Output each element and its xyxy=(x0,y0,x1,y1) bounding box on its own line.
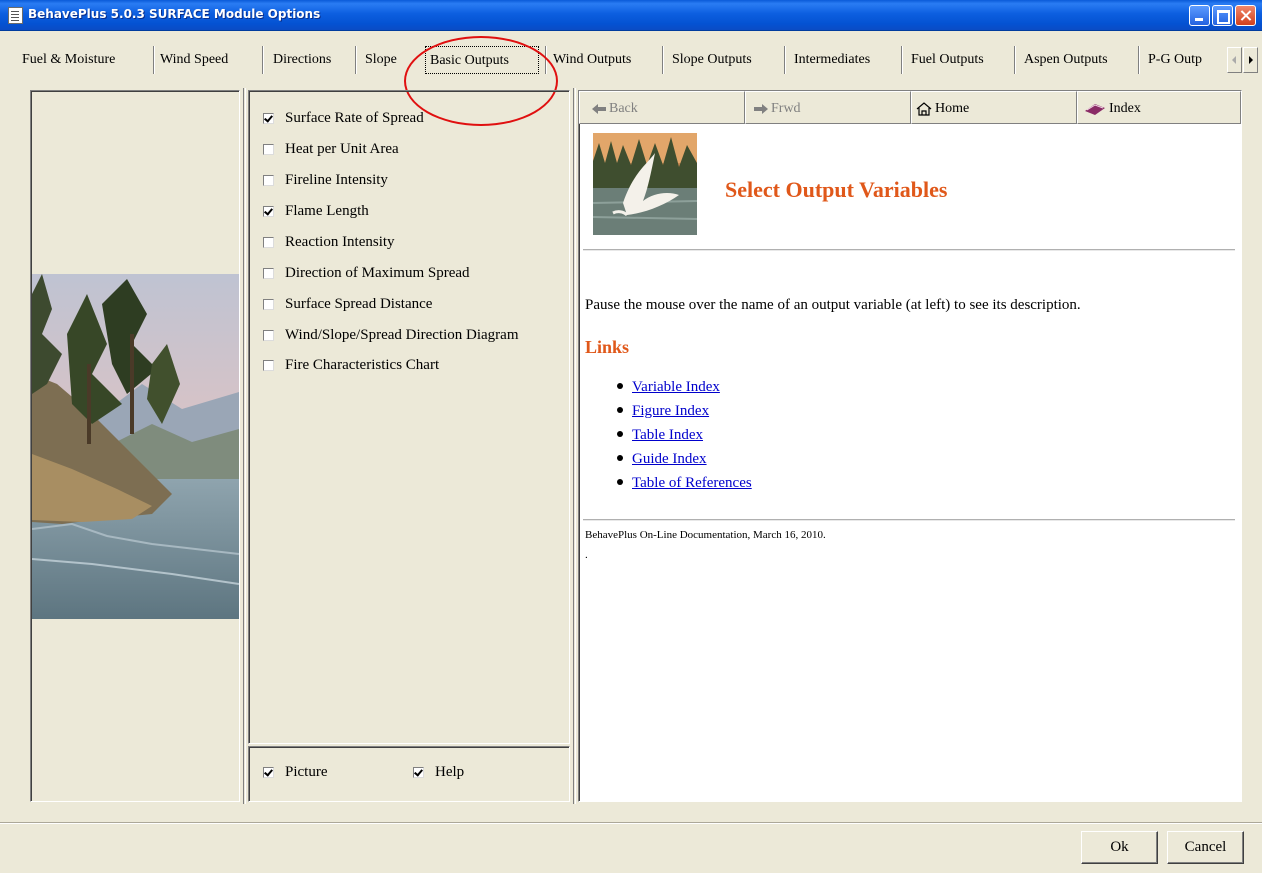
tab-scroll-right-icon[interactable] xyxy=(1243,47,1258,73)
checkbox[interactable] xyxy=(263,330,274,341)
tab-intermediates[interactable]: Intermediates xyxy=(794,44,894,76)
tab-separator xyxy=(901,46,902,74)
swan-image xyxy=(593,133,697,235)
index-button[interactable]: Index xyxy=(1077,91,1241,124)
link-figure-index[interactable]: Figure Index xyxy=(617,403,709,420)
forward-button[interactable]: Frwd xyxy=(745,91,911,124)
tab-strip: Fuel & Moisture Wind Speed Directions Sl… xyxy=(0,30,1262,126)
index-label: Index xyxy=(1109,101,1141,116)
checkbox[interactable] xyxy=(413,767,424,778)
forward-arrow-icon xyxy=(754,103,768,114)
output-label: Fire Characteristics Chart xyxy=(285,357,440,373)
tab-separator xyxy=(662,46,663,74)
checkbox[interactable] xyxy=(263,360,274,371)
back-label: Back xyxy=(609,101,638,116)
horizontal-rule xyxy=(583,249,1235,251)
home-icon xyxy=(916,101,932,116)
tab-aspen-outputs[interactable]: Aspen Outputs xyxy=(1024,44,1132,76)
link-text[interactable]: Figure Index xyxy=(632,403,709,419)
back-arrow-icon xyxy=(592,103,606,114)
help-intro-text: Pause the mouse over the name of an outp… xyxy=(585,297,1081,313)
checkbox[interactable] xyxy=(263,268,274,279)
bullet xyxy=(617,430,623,437)
tab-separator xyxy=(262,46,263,74)
bullet xyxy=(617,382,623,389)
link-table-index[interactable]: Table Index xyxy=(617,427,703,444)
checkbox[interactable] xyxy=(263,237,274,248)
checkbox[interactable] xyxy=(263,175,274,186)
checkbox[interactable] xyxy=(263,113,274,124)
help-browser-panel: Back Frwd Home Index Select Output Varia… xyxy=(578,90,1242,802)
cancel-button[interactable]: Cancel xyxy=(1167,831,1244,864)
picture-option-label: Picture xyxy=(285,764,328,780)
link-text[interactable]: Guide Index xyxy=(632,451,707,467)
bullet xyxy=(617,454,623,461)
back-button[interactable]: Back xyxy=(579,91,745,124)
link-variable-index[interactable]: Variable Index xyxy=(617,379,720,396)
bullet xyxy=(617,478,623,485)
tab-separator xyxy=(355,46,356,74)
help-heading: Select Output Variables xyxy=(725,177,948,202)
app-icon[interactable] xyxy=(8,7,23,24)
ok-button[interactable]: Ok xyxy=(1081,831,1158,864)
tab-slope[interactable]: Slope xyxy=(365,44,404,76)
close-icon[interactable] xyxy=(1235,5,1256,26)
bullet xyxy=(617,406,623,413)
horizontal-rule xyxy=(583,519,1235,521)
tab-slope-outputs[interactable]: Slope Outputs xyxy=(672,44,776,76)
output-label: Reaction Intensity xyxy=(285,234,395,250)
help-footer: BehavePlus On-Line Documentation, March … xyxy=(585,529,826,541)
checkbox[interactable] xyxy=(263,144,274,155)
output-label: Heat per Unit Area xyxy=(285,141,399,157)
tab-directions[interactable]: Directions xyxy=(273,44,345,76)
tab-separator xyxy=(153,46,154,74)
tab-wind-speed[interactable]: Wind Speed xyxy=(160,44,260,76)
lake-landscape-picture xyxy=(32,274,239,619)
output-label: Surface Spread Distance xyxy=(285,296,433,312)
link-text[interactable]: Variable Index xyxy=(632,379,720,395)
tab-scroll-left-icon[interactable] xyxy=(1227,47,1242,73)
tab-separator xyxy=(1138,46,1139,74)
help-option-label: Help xyxy=(435,764,465,780)
tab-fuel-outputs[interactable]: Fuel Outputs xyxy=(911,44,1007,76)
maximize-icon[interactable] xyxy=(1212,5,1233,26)
checkbox[interactable] xyxy=(263,767,274,778)
tab-fuel-moisture[interactable]: Fuel & Moisture xyxy=(22,44,146,76)
forward-label: Frwd xyxy=(771,101,801,116)
checkbox[interactable] xyxy=(263,206,274,217)
display-options-panel: Picture Help xyxy=(248,746,570,802)
tab-wind-outputs[interactable]: Wind Outputs xyxy=(553,44,653,76)
home-label: Home xyxy=(935,101,970,116)
output-label: Surface Rate of Spread xyxy=(285,110,424,126)
checkbox[interactable] xyxy=(263,299,274,310)
link-text[interactable]: Table Index xyxy=(632,427,703,443)
panel-divider[interactable] xyxy=(573,88,576,804)
output-label: Flame Length xyxy=(285,203,369,219)
basic-outputs-panel: Surface Rate of Spread Heat per Unit Are… xyxy=(248,90,570,744)
title-bar[interactable]: BehavePlus 5.0.3 SURFACE Module Options xyxy=(0,0,1262,31)
link-text[interactable]: Table of References xyxy=(632,475,752,491)
links-heading: Links xyxy=(585,337,630,357)
home-button[interactable]: Home xyxy=(911,91,1077,124)
window-title: BehavePlus 5.0.3 SURFACE Module Options xyxy=(28,7,321,21)
help-trailing-text: . xyxy=(585,549,588,561)
link-guide-index[interactable]: Guide Index xyxy=(617,451,707,468)
tab-separator xyxy=(784,46,785,74)
link-table-of-references[interactable]: Table of References xyxy=(617,475,752,492)
book-icon xyxy=(1085,103,1105,115)
tab-separator xyxy=(1014,46,1015,74)
output-label: Fireline Intensity xyxy=(285,172,388,188)
output-label: Direction of Maximum Spread xyxy=(285,265,470,281)
panel-divider[interactable] xyxy=(243,88,246,804)
minimize-icon[interactable] xyxy=(1189,5,1210,26)
bottom-separator xyxy=(0,822,1262,824)
tab-p-g-outputs[interactable]: P-G Outp xyxy=(1148,44,1224,76)
output-label: Wind/Slope/Spread Direction Diagram xyxy=(285,327,519,343)
picture-panel xyxy=(30,90,240,802)
